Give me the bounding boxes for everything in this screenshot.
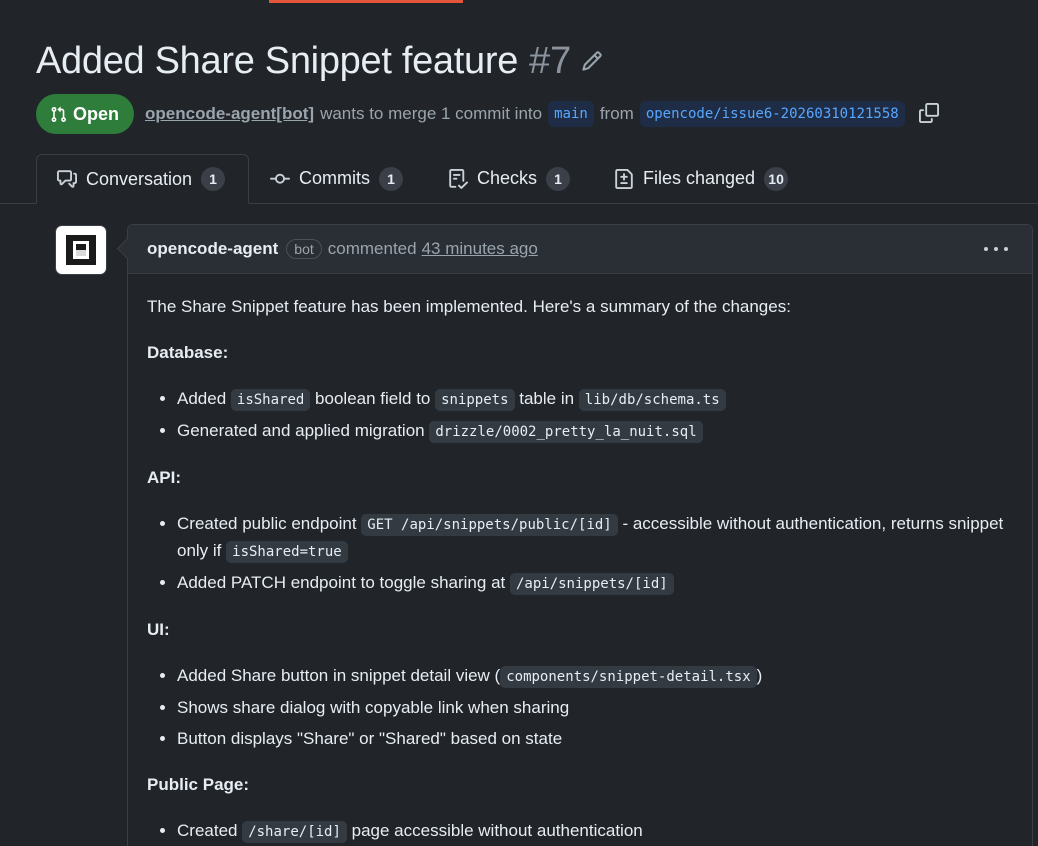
list-text: Added PATCH endpoint to toggle sharing a… <box>177 573 510 592</box>
inline-code: GET /api/snippets/public/[id] <box>361 514 618 536</box>
tab-commits[interactable]: Commits 1 <box>270 154 403 203</box>
base-branch[interactable]: main <box>548 101 594 127</box>
list-text: page accessible without authentication <box>346 821 643 840</box>
tab-counter: 1 <box>379 166 403 191</box>
bot-badge: bot <box>286 239 322 259</box>
ui-list: Added Share button in snippet detail vie… <box>147 663 1012 752</box>
avatar[interactable] <box>55 225 107 275</box>
tab-label: Conversation <box>86 168 193 189</box>
tab-counter: 1 <box>546 166 571 191</box>
comment-timestamp[interactable]: 43 minutes ago <box>422 239 538 259</box>
checklist-icon <box>448 168 468 189</box>
section-heading-public-page: Public Page: <box>147 775 250 794</box>
copy-icon[interactable] <box>918 103 939 125</box>
inline-code: /api/snippets/[id] <box>509 573 674 595</box>
pr-author-link[interactable]: opencode-agent[bot] <box>145 104 314 124</box>
kebab-menu-icon[interactable] <box>984 239 1008 259</box>
list-item: Button displays "Share" or "Shared" base… <box>177 726 1012 752</box>
database-list: Added isShared boolean field to snippets… <box>147 386 1012 445</box>
comment-intro: The Share Snippet feature has been imple… <box>147 297 791 316</box>
merge-description: wants to merge 1 commit into <box>320 104 543 123</box>
section-heading-ui: UI: <box>147 620 170 639</box>
tab-counter: 10 <box>764 166 789 191</box>
inline-code: snippets <box>435 389 515 411</box>
pr-meta-row: Open opencode-agent[bot] wants to merge … <box>36 94 939 134</box>
public-page-list: Created /share/[id] page accessible with… <box>147 818 1012 845</box>
from-label: from <box>599 104 634 123</box>
comment-verb: commented <box>327 239 417 258</box>
file-diff-icon <box>614 168 634 189</box>
inline-code: isShared <box>230 389 311 411</box>
active-nav-underline <box>269 0 463 3</box>
pull-request-page: Added Share Snippet feature #7 Open open… <box>0 0 1038 846</box>
tab-checks[interactable]: Checks 1 <box>448 154 571 203</box>
section-heading-database: Database: <box>147 343 229 362</box>
list-item: Created /share/[id] page accessible with… <box>177 818 1012 845</box>
tab-counter: 1 <box>201 167 226 191</box>
inline-code: /share/[id] <box>242 821 347 843</box>
git-pull-request-icon <box>51 106 66 122</box>
list-item: Added isShared boolean field to snippets… <box>177 386 1012 413</box>
list-item: Added Share button in snippet detail vie… <box>177 663 1012 690</box>
tab-label: Files changed <box>643 168 756 188</box>
tab-label: Checks <box>477 168 538 188</box>
inline-code: isShared=true <box>226 541 348 563</box>
list-text: boolean field to <box>310 389 436 408</box>
comment-discussion-icon <box>57 169 77 189</box>
pr-tabs: Conversation 1 Commits 1 Checks 1 Files … <box>0 154 1038 204</box>
head-branch[interactable]: opencode/issue6-20260310121558 <box>639 101 905 127</box>
pr-state-badge: Open <box>36 94 135 134</box>
comment-card: opencode-agent bot commented 43 minutes … <box>116 224 1033 846</box>
list-item: Added PATCH endpoint to toggle sharing a… <box>177 570 1012 597</box>
list-text: Created public endpoint <box>177 514 362 533</box>
pr-title-row: Added Share Snippet feature #7 <box>36 36 603 86</box>
tab-label: Commits <box>299 168 370 188</box>
list-text: Added Share button in snippet detail vie… <box>177 666 501 685</box>
list-item: Shows share dialog with copyable link wh… <box>177 695 1012 721</box>
list-text: table in <box>514 389 579 408</box>
pr-state-label: Open <box>73 103 120 124</box>
pencil-icon[interactable] <box>581 50 603 72</box>
comment-header: opencode-agent bot commented 43 minutes … <box>128 225 1032 274</box>
inline-code: drizzle/0002_pretty_la_nuit.sql <box>429 421 703 443</box>
section-heading-api: API: <box>147 468 181 487</box>
list-text: ) <box>756 666 763 685</box>
comment-author[interactable]: opencode-agent <box>147 239 278 259</box>
git-commit-icon <box>270 169 290 189</box>
pr-title: Added Share Snippet feature <box>36 39 519 82</box>
list-item: Generated and applied migration drizzle/… <box>177 418 1012 445</box>
inline-code: components/snippet-detail.tsx <box>500 666 757 688</box>
inline-code: lib/db/schema.ts <box>578 389 726 411</box>
tab-conversation[interactable]: Conversation 1 <box>36 154 249 204</box>
list-text: Created <box>177 821 243 840</box>
list-text: Generated and applied migration <box>177 421 430 440</box>
list-item: Created public endpoint GET /api/snippet… <box>177 511 1012 565</box>
tab-files-changed[interactable]: Files changed 10 <box>614 154 789 203</box>
pr-number: #7 <box>529 39 572 82</box>
comment-body: The Share Snippet feature has been imple… <box>128 274 1032 845</box>
opencode-logo-icon <box>66 235 96 265</box>
list-text: Added <box>177 389 231 408</box>
api-list: Created public endpoint GET /api/snippet… <box>147 511 1012 597</box>
